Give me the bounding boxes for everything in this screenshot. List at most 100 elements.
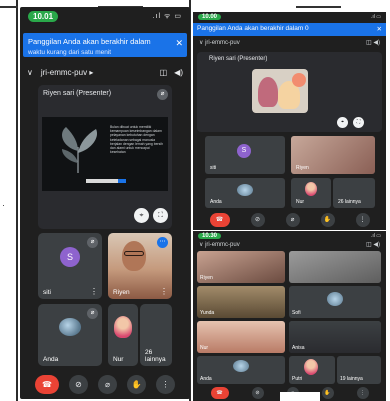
participant-tile-siti[interactable]: S ⌀ siti ⋮ — [38, 233, 102, 299]
camera-switch-icon[interactable]: ◫ — [160, 68, 168, 77]
fullscreen-button[interactable]: ⛶ — [153, 208, 168, 223]
more-options-button[interactable]: ⋮ — [156, 374, 175, 394]
speaker-icon[interactable]: ◀) — [174, 68, 183, 77]
banner-text: Panggilan Anda akan berakhir dalam 0 — [197, 25, 309, 32]
participant-name: Riyen — [296, 165, 309, 171]
more-options-button[interactable]: ⋮ — [355, 213, 370, 227]
participant-tile-nur[interactable]: Nur — [108, 304, 138, 366]
participant-name: Nur — [113, 356, 124, 363]
presenter-tile[interactable]: Riyen sari (Presenter) ⌖ ⛶ — [197, 52, 382, 132]
meeting-code[interactable]: jri-emmc-puv — [205, 40, 240, 46]
participant-tile-anda[interactable]: Anda — [205, 178, 285, 208]
raise-hand-button[interactable]: ✋ — [321, 387, 334, 399]
chevron-down-icon[interactable]: ∨ — [27, 68, 33, 77]
table-border-top-right — [296, 0, 341, 8]
participant-name: siti — [210, 165, 217, 171]
participant-tile-riyen[interactable]: Riyen — [291, 136, 375, 174]
right-top-phone-screen: 10.00 .ıl ▭ Panggilan Anda akan berakhir… — [193, 12, 386, 230]
status-time: 10.30 — [198, 232, 222, 239]
more-options-icon[interactable]: ⋮ — [90, 287, 98, 296]
end-call-button[interactable]: ☎ — [35, 374, 59, 394]
speaker-icon[interactable]: ◫ ◀) — [366, 39, 380, 46]
participant-name: Riyen — [113, 289, 130, 296]
table-border-left — [16, 0, 18, 401]
call-header: ∨ jri-emmc-puv ◫ ◀) — [193, 240, 386, 250]
avatar: S — [60, 247, 80, 267]
status-time: 10.00 — [198, 14, 222, 20]
participant-tile-siti[interactable]: S siti — [205, 136, 285, 174]
participant-name: Sofi — [292, 310, 301, 316]
presenter-tile[interactable]: Riyen sari (Presenter) ⌀ Bulan dibuat un… — [38, 85, 172, 229]
close-icon[interactable]: ✕ — [377, 25, 382, 33]
banner-text: Panggilan Anda akan berakhir dalam — [28, 37, 151, 46]
profile-picture — [304, 359, 318, 375]
shared-slide: Bulan dibuat untuk memiliki kemampuan ke… — [42, 117, 168, 191]
others-tile[interactable]: 19 lainnya — [337, 356, 381, 384]
others-tile[interactable]: 26 lainnya — [140, 304, 172, 366]
participant-name: Anisa — [292, 345, 305, 351]
call-controls: ☎ ⊘ ⌀ ✋ ⋮ — [20, 369, 190, 399]
more-options-button[interactable]: ⋮ — [356, 387, 369, 399]
status-bar: 10.01 .ıl ᯤ ▭ — [20, 7, 190, 25]
plant-leaves-image — [62, 127, 98, 173]
call-controls: ☎ ⊘ ⌀ ✋ ⋮ — [193, 210, 386, 230]
participant-tile[interactable]: Nur — [197, 321, 285, 353]
participant-name: Anda — [210, 199, 222, 205]
pin-button[interactable]: ⌖ — [337, 117, 348, 128]
mic-off-icon: ⌀ — [87, 308, 98, 319]
participant-tile[interactable]: Anda — [197, 356, 285, 384]
call-ending-banner[interactable]: Panggilan Anda akan berakhir dalam 0 ✕ — [193, 23, 386, 36]
more-options-icon[interactable]: ⋮ — [160, 287, 168, 296]
glasses — [124, 251, 144, 256]
status-bar: 10.00 .ıl ▭ — [193, 12, 386, 22]
person — [292, 73, 306, 87]
pin-button[interactable]: ⌖ — [134, 208, 149, 223]
system-icons: .ıl ▭ — [370, 232, 381, 239]
participant-tile[interactable]: Riyen — [197, 251, 285, 283]
mic-off-button[interactable]: ⌀ — [285, 213, 300, 227]
speaker-icon[interactable]: ◫ ◀) — [366, 241, 380, 248]
camera-off-button[interactable]: ⊘ — [251, 387, 264, 399]
camera-feed — [289, 251, 381, 283]
participant-tile-anda[interactable]: ⌀ Anda — [38, 304, 102, 366]
face — [122, 241, 146, 271]
end-call-button[interactable]: ☎ — [210, 387, 229, 399]
end-call-button[interactable]: ☎ — [209, 213, 230, 227]
meeting-code[interactable]: jri-emmc-puv — [205, 242, 240, 248]
participant-tile[interactable]: Anisa — [289, 321, 381, 353]
camera-off-button[interactable]: ⊘ — [69, 374, 88, 394]
status-time: 10.01 — [28, 10, 59, 22]
presenter-label: Riyen sari (Presenter) — [43, 90, 112, 97]
fullscreen-button[interactable]: ⛶ — [353, 117, 364, 128]
close-icon[interactable]: ✕ — [175, 38, 183, 49]
meeting-code[interactable]: jri-emmc-puv ▸ — [41, 68, 153, 77]
participant-tile[interactable]: Yunda — [197, 286, 285, 318]
others-count: 19 lainnya — [340, 376, 363, 382]
call-header: ∨ jri-emmc-puv ◫ ◀) — [193, 37, 386, 48]
participant-tile-riyen[interactable]: ⋯ Riyen ⋮ — [108, 233, 172, 299]
mic-off-button[interactable]: ⌀ — [98, 374, 117, 394]
participant-tile-nur[interactable]: Nur — [291, 178, 331, 208]
profile-picture — [114, 316, 132, 338]
slide-text: Bulan dibuat untuk memiliki kemampuan ke… — [110, 125, 163, 155]
camera-off-button[interactable]: ⊘ — [250, 213, 265, 227]
avatar: S — [237, 144, 251, 158]
cell-marker: · — [2, 200, 5, 210]
banner-subtext: waktu kurang dari satu menit — [28, 49, 112, 56]
participant-tile[interactable]: Sofi — [289, 286, 381, 318]
profile-picture — [327, 292, 343, 306]
profile-picture — [237, 184, 253, 196]
participant-name: Yunda — [200, 310, 215, 316]
slide-progress-bar — [86, 179, 126, 183]
participant-name: Anda — [200, 376, 212, 382]
shared-photo — [252, 69, 308, 113]
participant-tile[interactable] — [289, 251, 381, 283]
participant-name: Anda — [43, 356, 59, 363]
participant-tile[interactable]: Putri — [289, 356, 335, 384]
others-tile[interactable]: 26 lainnya — [333, 178, 375, 208]
raise-hand-button[interactable]: ✋ — [127, 374, 146, 394]
raise-hand-button[interactable]: ✋ — [320, 213, 335, 227]
participant-name: Riyen — [200, 275, 213, 281]
person — [258, 77, 278, 107]
call-ending-banner[interactable]: Panggilan Anda akan berakhir dalam waktu… — [23, 33, 187, 57]
